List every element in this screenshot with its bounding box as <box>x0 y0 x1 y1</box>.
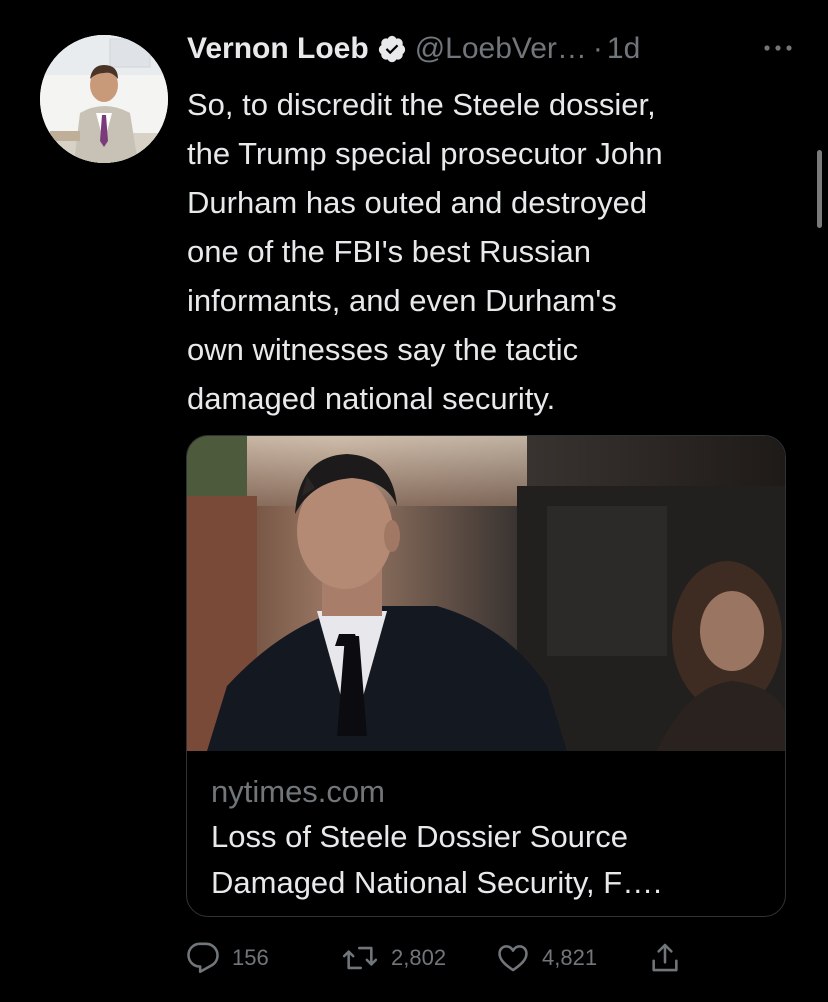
share-icon <box>652 943 678 972</box>
scrollbar[interactable] <box>817 150 822 228</box>
card-title: Loss of Steele Dossier Source Damaged Na… <box>211 814 771 906</box>
tweet-text-line: informants, and even Durham's <box>187 283 617 318</box>
tweet-text-line: Durham has outed and destroyed <box>187 185 648 220</box>
reply-count: 156 <box>232 945 269 970</box>
tweet-timestamp[interactable]: 1d <box>607 32 640 66</box>
like-count: 4,821 <box>542 945 598 970</box>
link-preview-card[interactable]: nytimes.com Loss of Steele Dossier Sourc… <box>186 435 786 917</box>
card-image <box>187 436 785 751</box>
reply-icon <box>187 942 219 974</box>
like-button[interactable]: 4,821 <box>496 938 597 978</box>
header-separator: · <box>592 32 603 65</box>
avatar-photo <box>40 35 168 163</box>
card-title-line: Loss of Steele Dossier Source <box>211 819 628 854</box>
retweet-button[interactable]: 2,802 <box>341 938 446 978</box>
verified-badge-icon <box>378 35 405 63</box>
share-button[interactable] <box>648 938 682 978</box>
author-handle[interactable]: @LoebVer… <box>415 32 587 66</box>
card-title-line: Damaged National Security, F…. <box>211 865 662 900</box>
more-dots-icon <box>764 45 792 51</box>
tweet-text-line: own witnesses say the tactic <box>187 332 579 367</box>
tweet-text-line: damaged national security. <box>187 381 556 416</box>
more-button[interactable] <box>758 28 798 68</box>
retweet-count: 2,802 <box>391 945 447 970</box>
tweet-text-line: one of the FBI's best Russian <box>187 234 591 269</box>
card-domain: nytimes.com <box>211 774 385 809</box>
tweet-header: Vernon Loeb @LoebVer… · 1d <box>187 24 808 74</box>
retweet-icon <box>342 946 378 970</box>
tweet-text-line: So, to discredit the Steele dossier, <box>187 87 656 122</box>
author-name[interactable]: Vernon Loeb <box>187 32 369 66</box>
tweet-text: So, to discredit the Steele dossier, the… <box>187 80 787 423</box>
reply-button[interactable]: 156 <box>186 938 269 978</box>
tweet-text-line: the Trump special prosecutor John <box>187 136 663 171</box>
tweet-actions: 156 2,802 4,821 <box>186 938 706 978</box>
author-avatar[interactable] <box>40 35 168 163</box>
card-meta: nytimes.com Loss of Steele Dossier Sourc… <box>211 770 771 906</box>
heart-icon <box>498 945 528 972</box>
